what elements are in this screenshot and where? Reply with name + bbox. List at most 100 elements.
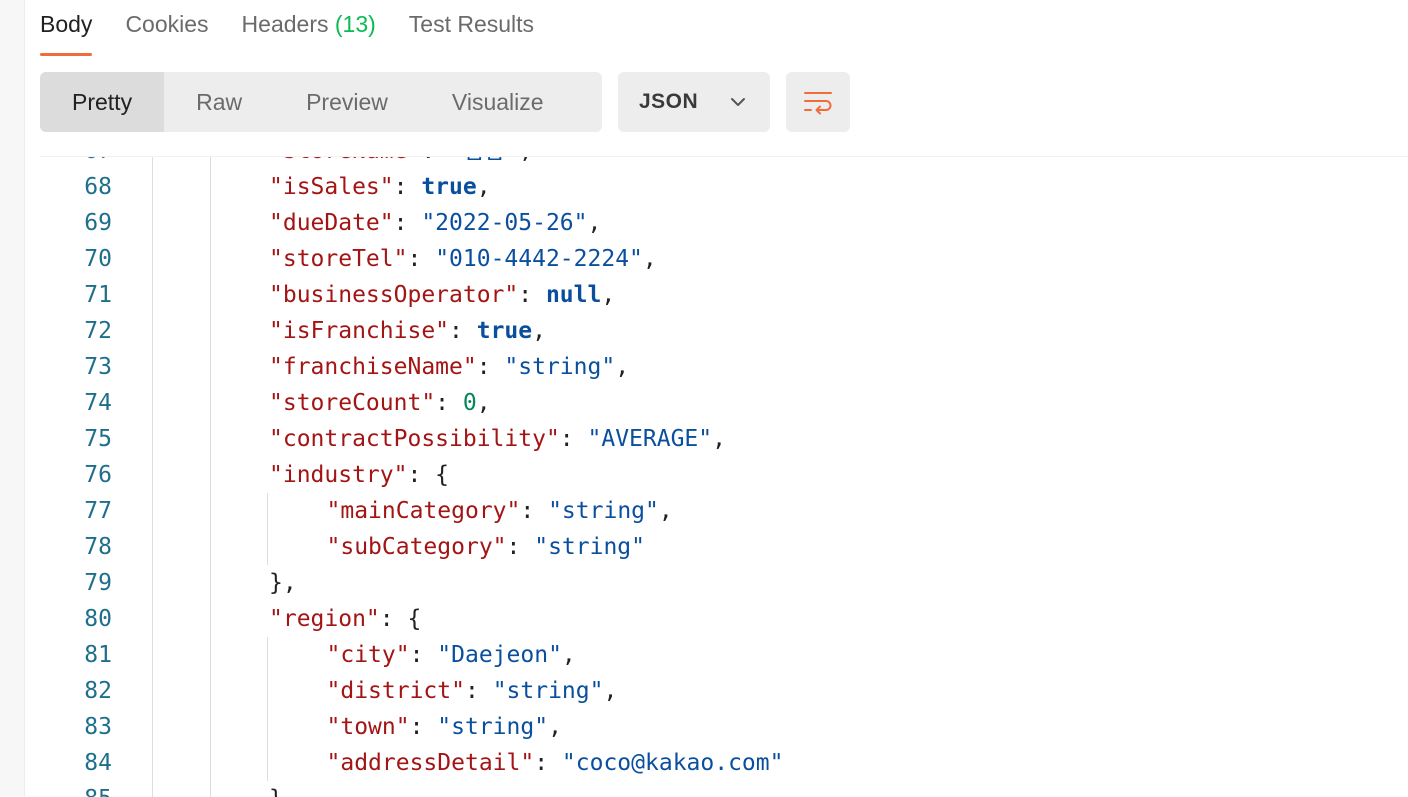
- indent-guide: [267, 709, 268, 745]
- line-number: 75: [84, 426, 112, 452]
- code-token: ,: [603, 678, 618, 704]
- tab-body-label: Body: [40, 11, 93, 37]
- indent-guide: [209, 385, 211, 421]
- wrap-lines-icon: [804, 92, 832, 115]
- tab-test-results[interactable]: Test Results: [409, 0, 534, 56]
- tab-headers-label: Headers: [241, 11, 329, 37]
- code-text: "subCategory": "string": [327, 529, 646, 565]
- code-line: 81 "city": "Daejeon",: [40, 637, 1408, 673]
- headers-count-badge: (13): [334, 11, 376, 37]
- code-token: :: [518, 282, 546, 308]
- tab-cookies[interactable]: Cookies: [125, 0, 208, 56]
- code-token: :: [476, 354, 505, 380]
- code-token: :: [407, 246, 436, 272]
- response-tabs: Body Cookies Headers (13) Test Results: [40, 0, 567, 56]
- code-text: },: [269, 565, 297, 601]
- code-token: "coco@kakao.com": [561, 750, 784, 776]
- code-token: ,: [587, 210, 602, 236]
- code-token: "town": [326, 714, 410, 740]
- chevron-down-icon: [731, 98, 745, 106]
- line-number: 76: [84, 462, 112, 488]
- tab-headers[interactable]: Headers (13): [242, 0, 376, 56]
- indent-guide: [267, 745, 268, 781]
- code-token: true: [421, 174, 477, 200]
- indent-guide: [209, 781, 211, 797]
- code-token: "string": [534, 534, 645, 560]
- code-line: 80 "region": {: [40, 601, 1408, 637]
- tab-cookies-label: Cookies: [125, 11, 209, 37]
- code-token: true: [476, 318, 533, 344]
- line-number: 70: [84, 246, 112, 272]
- code-text: "isSales": true,: [269, 169, 491, 205]
- code-token: null: [545, 282, 602, 308]
- code-line: 68 "isSales": true,: [40, 169, 1408, 205]
- code-token: "franchiseName": [269, 354, 477, 380]
- code-line: 71 "businessOperator": null,: [40, 277, 1408, 313]
- format-select[interactable]: JSON: [618, 72, 770, 132]
- code-token: :: [409, 714, 438, 740]
- line-number: 85: [40, 781, 112, 797]
- code-token: :: [435, 390, 463, 416]
- indent-guide: [267, 529, 268, 565]
- code-token: "mainCategory": [326, 498, 521, 524]
- code-text: "industry": {: [269, 457, 449, 493]
- code-token: ,: [601, 282, 616, 308]
- code-token: ,: [642, 246, 657, 272]
- code-token: :: [559, 426, 588, 452]
- line-number: 69: [84, 210, 112, 236]
- tab-body[interactable]: Body: [40, 0, 93, 56]
- indent-guide: [209, 169, 211, 205]
- format-select-value: JSON: [639, 90, 699, 113]
- code-text: "storeTel": "010-4442-2224",: [269, 241, 657, 277]
- code-text: "region": {: [269, 601, 421, 637]
- tab-test-results-label: Test Results: [408, 11, 535, 37]
- response-body-editor[interactable]: 67"storeName": "김밥",68"isSales": true,69…: [40, 156, 1408, 797]
- code-token: "string": [504, 354, 616, 380]
- indent-guide: [209, 421, 211, 457]
- preview-button[interactable]: Preview: [274, 72, 420, 132]
- indent-guide: [209, 241, 211, 277]
- code-token: "isSales": [269, 174, 394, 200]
- code-token: :: [393, 174, 422, 200]
- code-line: 77 "mainCategory": "string",: [40, 493, 1408, 529]
- code-line: 69 "dueDate": "2022-05-26",: [40, 205, 1408, 241]
- editor-top-fade: [40, 150, 1408, 158]
- code-line: 84 "addressDetail": "coco@kakao.com": [40, 745, 1408, 781]
- code-token: "Daejeon": [437, 642, 562, 668]
- code-token: },: [269, 786, 297, 797]
- indent-guide: [209, 745, 211, 781]
- pretty-button[interactable]: Pretty: [40, 72, 165, 132]
- indent-guide: [209, 457, 211, 493]
- code-line: 73 "franchiseName": "string",: [40, 349, 1408, 385]
- indent-guide: [209, 601, 211, 637]
- indent-guide: [267, 637, 268, 673]
- code-token: : {: [379, 606, 422, 632]
- code-token: "city": [326, 642, 410, 668]
- line-number: 84: [84, 750, 112, 776]
- indent-guide: [209, 313, 211, 349]
- code-line: 78 "subCategory": "string": [40, 529, 1408, 565]
- code-token: :: [534, 750, 562, 776]
- indent-guide: [267, 673, 268, 709]
- code-token: "string": [492, 678, 604, 704]
- line-number: 83: [84, 714, 112, 740]
- code-token: "010-4442-2224": [435, 246, 643, 272]
- code-line: 79},: [40, 565, 1408, 601]
- code-token: "region": [269, 606, 380, 632]
- code-line: 85},: [40, 781, 1408, 797]
- code-token: :: [464, 678, 493, 704]
- code-line: 82 "district": "string",: [40, 673, 1408, 709]
- line-number: 81: [84, 642, 112, 668]
- code-token: ,: [712, 426, 726, 452]
- code-token: "subCategory": [326, 534, 507, 560]
- wrap-lines-button[interactable]: [786, 72, 850, 132]
- indent-guide: [209, 205, 211, 241]
- code-token: "contractPossibility": [269, 426, 560, 452]
- code-token: :: [506, 534, 535, 560]
- code-token: "businessOperator": [269, 282, 519, 308]
- raw-button[interactable]: Raw: [164, 72, 274, 132]
- line-number: 78: [84, 534, 112, 560]
- code-token: "string": [437, 714, 549, 740]
- visualize-button[interactable]: Visualize: [420, 72, 576, 132]
- code-token: "industry": [269, 462, 408, 488]
